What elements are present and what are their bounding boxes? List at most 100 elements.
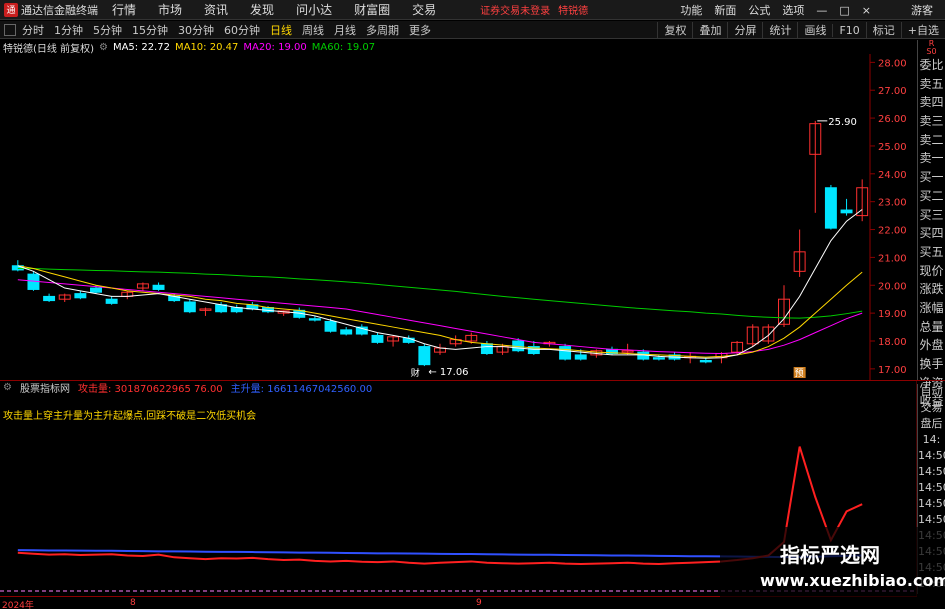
quote-panel-items: 委比 卖五 卖四 卖三 卖二 卖一 买一 买二 买三 买四 买五 现价 涨跌 涨幅 总量 外盘 换手 净资 收益 bbox=[918, 56, 945, 411]
function-button[interactable]: 功能 bbox=[680, 2, 702, 18]
menu-trade[interactable]: 交易 bbox=[412, 1, 436, 18]
period-tab-9[interactable]: 多周期 bbox=[366, 22, 399, 38]
period-tab-5[interactable]: 60分钟 bbox=[224, 22, 260, 38]
statistics-button[interactable]: 统计 bbox=[762, 22, 797, 38]
ma10-label: MA10: 20.47 bbox=[174, 41, 239, 53]
price-label-11: 28.00 bbox=[878, 58, 907, 69]
menu-market-quote[interactable]: 行情 bbox=[112, 1, 136, 18]
quote-panel-item-2[interactable]: 卖四 bbox=[918, 93, 945, 112]
candle-body-2 bbox=[43, 295, 56, 302]
guest-button[interactable]: 游客 bbox=[911, 2, 933, 18]
candle-body-26 bbox=[418, 346, 431, 366]
price-label-7: 24.00 bbox=[878, 170, 907, 181]
period-tab-2[interactable]: 5分钟 bbox=[93, 22, 122, 38]
draw-line-button[interactable]: 画线 bbox=[797, 22, 832, 38]
menu-bar: 通 通达信金融终端 行情 市场 资讯 发现 问小达 财富圈 交易 证券交易未登录… bbox=[0, 0, 945, 20]
time-panel-item-7: 14:50 bbox=[918, 497, 945, 510]
candle-body-52 bbox=[824, 187, 837, 229]
ma20-label: MA20: 19.00 bbox=[243, 41, 307, 53]
candle-body-9 bbox=[152, 284, 165, 290]
candle-body-19 bbox=[308, 318, 321, 321]
menu-discover[interactable]: 发现 bbox=[250, 1, 274, 18]
candle-body-53 bbox=[840, 209, 853, 214]
quote-panel-item-10[interactable]: 买五 bbox=[918, 243, 945, 262]
time-panel-item-0: 自动 bbox=[920, 385, 943, 398]
candle-body-44 bbox=[699, 359, 712, 363]
minimize-icon[interactable]: — bbox=[816, 4, 827, 17]
time-panel-item-1: 交易 bbox=[920, 401, 943, 414]
price-label-1: 18.00 bbox=[878, 337, 907, 348]
ma5-label: MA5: 22.72 bbox=[112, 41, 170, 53]
app-logo-icon: 通 bbox=[4, 2, 18, 17]
period-bar: 分时 1分钟 5分钟 15分钟 30分钟 60分钟 日线 周线 月线 多周期 更多 复权 叠加 分屏… bbox=[0, 21, 945, 39]
app-name: 通达信金融终端 bbox=[21, 3, 98, 17]
restore-right-button[interactable]: 复权 bbox=[657, 22, 692, 38]
price-label-8: 25.00 bbox=[878, 142, 907, 153]
close-icon[interactable]: × bbox=[862, 4, 871, 17]
mark-button[interactable]: 标记 bbox=[865, 22, 901, 38]
period-tab-10[interactable]: 更多 bbox=[409, 22, 431, 38]
quote-panel-item-0[interactable]: 委比 bbox=[918, 56, 945, 75]
period-tab-6[interactable]: 日线 bbox=[270, 22, 292, 38]
quote-panel-item-3[interactable]: 卖三 bbox=[918, 112, 945, 131]
price-label-6: 23.00 bbox=[878, 198, 907, 209]
add-favorite-button[interactable]: +自选 bbox=[900, 22, 945, 38]
low-label: ← 17.06 bbox=[428, 367, 468, 378]
options-button[interactable]: 选项 bbox=[782, 2, 804, 18]
watermark-url: www.xuezhibiao.com bbox=[760, 571, 945, 590]
menu-wealth[interactable]: 财富圈 bbox=[354, 1, 390, 18]
watermark: 指标严选网 www.xuezhibiao.com bbox=[720, 527, 945, 609]
candle-body-11 bbox=[183, 301, 196, 313]
period-tab-3[interactable]: 15分钟 bbox=[132, 22, 168, 38]
f10-button[interactable]: F10 bbox=[832, 23, 865, 37]
maximize-icon[interactable]: □ bbox=[839, 4, 849, 17]
quote-panel-item-8[interactable]: 买三 bbox=[918, 206, 945, 225]
quote-panel-item-6[interactable]: 买一 bbox=[918, 168, 945, 187]
chart-toolbar: 复权 叠加 分屏 统计 画线 F10 标记 +自选 bbox=[657, 21, 945, 39]
settings-icon[interactable]: ⚙ bbox=[99, 42, 108, 53]
login-warning[interactable]: 证券交易未登录 bbox=[480, 2, 550, 17]
quote-panel-item-5[interactable]: 卖一 bbox=[918, 149, 945, 168]
layout-icon[interactable] bbox=[4, 23, 16, 36]
quote-panel-item-11[interactable]: 现价 bbox=[918, 262, 945, 281]
period-tab-4[interactable]: 30分钟 bbox=[178, 22, 214, 38]
forecast-flag: 预 bbox=[795, 368, 804, 379]
candle-body-25 bbox=[402, 337, 415, 343]
indicator-note: 攻击量上穿主升量为主升起爆点,回踩不破是二次低买机会 bbox=[3, 411, 257, 422]
new-page-button[interactable]: 新面 bbox=[714, 2, 736, 18]
period-tab-1[interactable]: 1分钟 bbox=[54, 22, 83, 38]
period-tab-0[interactable]: 分时 bbox=[22, 22, 44, 38]
x-label-sep: 9 bbox=[476, 598, 482, 608]
quote-panel-item-12[interactable]: 涨跌 bbox=[918, 280, 945, 299]
panel-s0-label: S0 bbox=[926, 47, 937, 56]
candlestick-chart[interactable]: 17.00 18.00 19.00 20.00 21.00 22.00 23.00 24.00… bbox=[0, 54, 917, 380]
candle-body-20 bbox=[324, 320, 337, 332]
ma10-line bbox=[17, 265, 863, 358]
candle-body-30 bbox=[480, 343, 493, 355]
menu-ask[interactable]: 问小达 bbox=[296, 1, 332, 18]
quote-panel-item-7[interactable]: 买二 bbox=[918, 187, 945, 206]
menu-market[interactable]: 市场 bbox=[158, 1, 182, 18]
formula-button[interactable]: 公式 bbox=[748, 2, 770, 18]
candle-body-21 bbox=[340, 329, 353, 335]
time-panel-item-3: 14: bbox=[922, 433, 941, 446]
price-label-10: 27.00 bbox=[878, 86, 907, 97]
price-label-9: 26.00 bbox=[878, 114, 907, 125]
period-tab-7[interactable]: 周线 bbox=[302, 22, 324, 38]
x-label-year: 2024年 bbox=[2, 601, 34, 609]
quote-panel-item-13[interactable]: 涨幅 bbox=[918, 299, 945, 318]
overlay-button[interactable]: 叠加 bbox=[692, 22, 727, 38]
quote-panel-item-15[interactable]: 外盘 bbox=[918, 336, 945, 355]
quote-panel-item-16[interactable]: 换手 bbox=[918, 355, 945, 374]
quote-panel-item-1[interactable]: 卖五 bbox=[918, 75, 945, 94]
menu-news[interactable]: 资讯 bbox=[204, 1, 228, 18]
time-panel-item-4: 14:50 bbox=[918, 449, 945, 462]
stock-link[interactable]: 特锐德 bbox=[558, 2, 588, 17]
candle-body-36 bbox=[574, 354, 587, 360]
quote-panel-item-9[interactable]: 买四 bbox=[918, 224, 945, 243]
price-label-0: 17.00 bbox=[878, 365, 907, 376]
quote-panel-item-14[interactable]: 总量 bbox=[918, 318, 945, 337]
quote-panel-item-4[interactable]: 卖二 bbox=[918, 131, 945, 150]
split-screen-button[interactable]: 分屏 bbox=[727, 22, 762, 38]
period-tab-8[interactable]: 月线 bbox=[334, 22, 356, 38]
